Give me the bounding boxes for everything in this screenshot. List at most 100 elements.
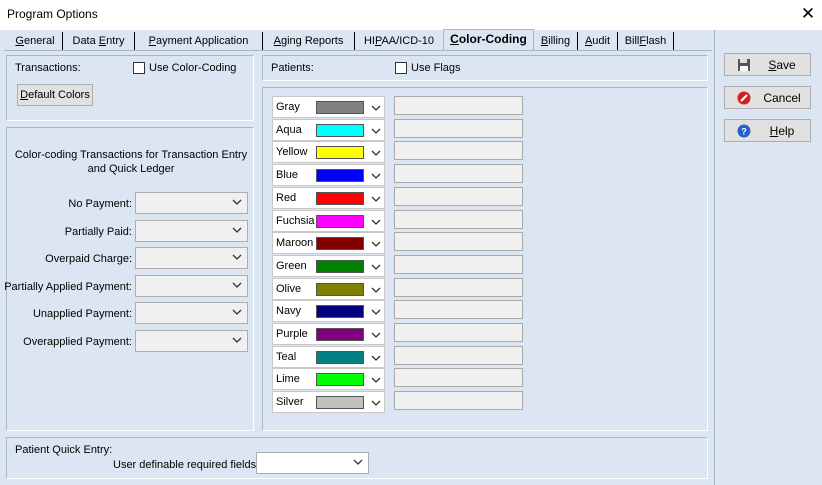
transaction-colors-heading: Color-coding Transactions for Transactio… — [14, 149, 248, 175]
use-flags-checkbox[interactable] — [395, 62, 407, 74]
flag-text-field-navy[interactable] — [394, 300, 523, 320]
color-select-lime[interactable]: Lime — [272, 368, 385, 391]
title-bar — [0, 0, 822, 30]
color-name: Maroon — [276, 237, 314, 250]
use-flags-label: Use Flags — [411, 62, 461, 74]
color-select-gray[interactable]: Gray — [272, 96, 385, 118]
close-icon[interactable]: ✕ — [797, 3, 819, 25]
save-label: ave — [776, 58, 796, 72]
color-select-olive[interactable]: Olive — [272, 277, 385, 300]
chevron-down-icon — [371, 150, 381, 157]
color-swatch — [316, 146, 364, 160]
chevron-down-icon — [371, 400, 381, 407]
color-swatch — [316, 396, 364, 410]
color-name: Blue — [276, 169, 299, 182]
color-name: Yellow — [276, 146, 308, 159]
help-button[interactable]: ? Help — [724, 119, 811, 142]
chevron-down-icon — [371, 332, 381, 338]
chevron-down-icon — [371, 355, 381, 361]
help-label: elp — [778, 124, 795, 138]
transaction-field-label: No Payment: — [68, 198, 132, 210]
flag-text-field-maroon[interactable] — [394, 232, 523, 252]
flag-text-field-olive[interactable] — [394, 277, 523, 297]
chevron-down-icon — [353, 459, 363, 465]
cancel-button[interactable]: Cancel — [724, 86, 811, 109]
chevron-down-icon — [371, 309, 381, 316]
color-select-silver[interactable]: Silver — [272, 391, 385, 414]
color-swatch — [316, 305, 364, 319]
tab-hipaa-icd10[interactable]: HIPAA/ICD-10 — [355, 32, 444, 50]
color-select-fuchsia[interactable]: Fuchsia — [272, 209, 385, 232]
color-select-navy[interactable]: Navy — [272, 300, 385, 323]
transaction-color-dropdown[interactable] — [135, 274, 248, 297]
color-name: Silver — [276, 396, 304, 409]
chevron-down-icon — [232, 337, 242, 343]
color-select-green[interactable]: Green — [272, 254, 385, 277]
required-fields-dropdown[interactable] — [256, 452, 369, 474]
tab-billflash[interactable]: BillFlash — [618, 32, 674, 50]
tab-billing[interactable]: Billing — [534, 32, 578, 50]
color-swatch — [316, 350, 364, 364]
flag-text-field-silver[interactable] — [394, 391, 523, 411]
default-colors-button[interactable]: Default Colors — [17, 84, 93, 106]
flag-text-field-aqua[interactable] — [394, 118, 523, 138]
flag-text-field-red[interactable] — [394, 186, 523, 206]
chevron-down-icon — [371, 287, 381, 293]
use-color-coding-label: Use Color-Coding — [149, 62, 237, 74]
color-select-purple[interactable]: Purple — [272, 323, 385, 345]
color-swatch — [316, 123, 364, 137]
flag-text-field-blue[interactable] — [394, 164, 523, 184]
flag-text-field-fuchsia[interactable] — [394, 209, 523, 229]
transaction-color-dropdown[interactable] — [135, 192, 248, 214]
chevron-down-icon — [371, 377, 381, 384]
color-select-teal[interactable]: Teal — [272, 345, 385, 368]
color-swatch — [316, 373, 364, 387]
flag-text-field-gray[interactable] — [394, 96, 523, 115]
use-color-coding-checkbox[interactable] — [133, 62, 145, 74]
flag-text-field-purple[interactable] — [394, 323, 523, 342]
help-icon: ? — [737, 124, 751, 138]
tab-audit[interactable]: Audit — [578, 32, 618, 50]
tab-aging-reports[interactable]: Aging Reports — [263, 32, 355, 50]
tab-general[interactable]: General — [8, 32, 63, 50]
color-select-red[interactable]: Red — [272, 186, 385, 209]
transaction-field-label: Overpaid Charge: — [45, 253, 132, 265]
tab-data-entry[interactable]: Data Entry — [63, 32, 135, 50]
color-name: Purple — [276, 328, 308, 340]
floppy-disk-icon — [738, 59, 750, 71]
tab-payment-application[interactable]: Payment Application — [135, 32, 263, 50]
transaction-field-label: Unapplied Payment: — [32, 308, 132, 320]
color-name: Fuchsia — [276, 214, 315, 227]
transaction-color-dropdown[interactable] — [135, 302, 248, 324]
flag-text-field-lime[interactable] — [394, 368, 523, 388]
transaction-field-label: Overapplied Payment: — [23, 335, 132, 348]
color-swatch — [316, 282, 364, 296]
transaction-color-dropdown[interactable] — [135, 247, 248, 269]
transaction-color-dropdown[interactable] — [135, 219, 248, 242]
color-select-aqua[interactable]: Aqua — [272, 118, 385, 141]
transaction-color-dropdown[interactable] — [135, 329, 248, 352]
chevron-down-icon — [371, 196, 381, 202]
color-swatch — [316, 259, 364, 273]
chevron-down-icon — [371, 173, 381, 180]
color-name: Navy — [276, 305, 302, 318]
color-swatch — [316, 237, 364, 251]
flag-text-field-green[interactable] — [394, 254, 523, 274]
color-name: Olive — [276, 282, 302, 295]
chevron-down-icon — [232, 254, 242, 260]
chevron-down-icon — [371, 128, 381, 134]
transaction-field-label: Partially Paid: — [64, 225, 132, 238]
color-name: Teal — [276, 350, 297, 363]
flag-text-field-teal[interactable] — [394, 345, 523, 365]
tab-color-coding[interactable]: Color-Coding — [443, 29, 534, 51]
tab-divider — [4, 50, 712, 51]
cancel-icon — [737, 91, 751, 105]
color-select-maroon[interactable]: Maroon — [272, 232, 385, 255]
flag-text-field-yellow[interactable] — [394, 141, 523, 161]
color-swatch — [316, 214, 364, 228]
chevron-down-icon — [371, 241, 381, 248]
color-select-blue[interactable]: Blue — [272, 164, 385, 187]
save-button[interactable]: Save — [724, 53, 811, 76]
color-select-yellow[interactable]: Yellow — [272, 141, 385, 164]
color-swatch — [316, 169, 364, 183]
